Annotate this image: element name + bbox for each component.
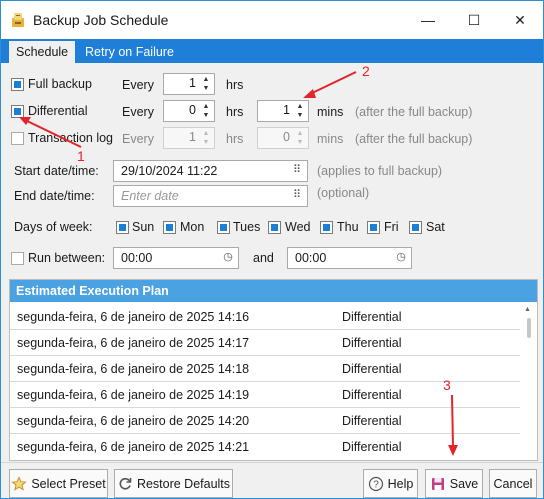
annotation-arrows — [19, 71, 458, 456]
annotation-arrow-1 — [22, 118, 82, 148]
annotation-label-2: 2 — [362, 63, 370, 79]
annotation-arrow-3 — [451, 394, 454, 448]
annotation-arrowhead-2 — [303, 89, 316, 98]
annotation-arrowhead-3 — [448, 445, 458, 456]
backup-job-schedule-window: Backup Job Schedule — ☐ ✕ Schedule Retry… — [0, 0, 544, 499]
annotation-label-1: 1 — [77, 148, 85, 164]
annotation-arrow-2 — [307, 71, 357, 96]
annotation-label-3: 3 — [443, 377, 451, 393]
